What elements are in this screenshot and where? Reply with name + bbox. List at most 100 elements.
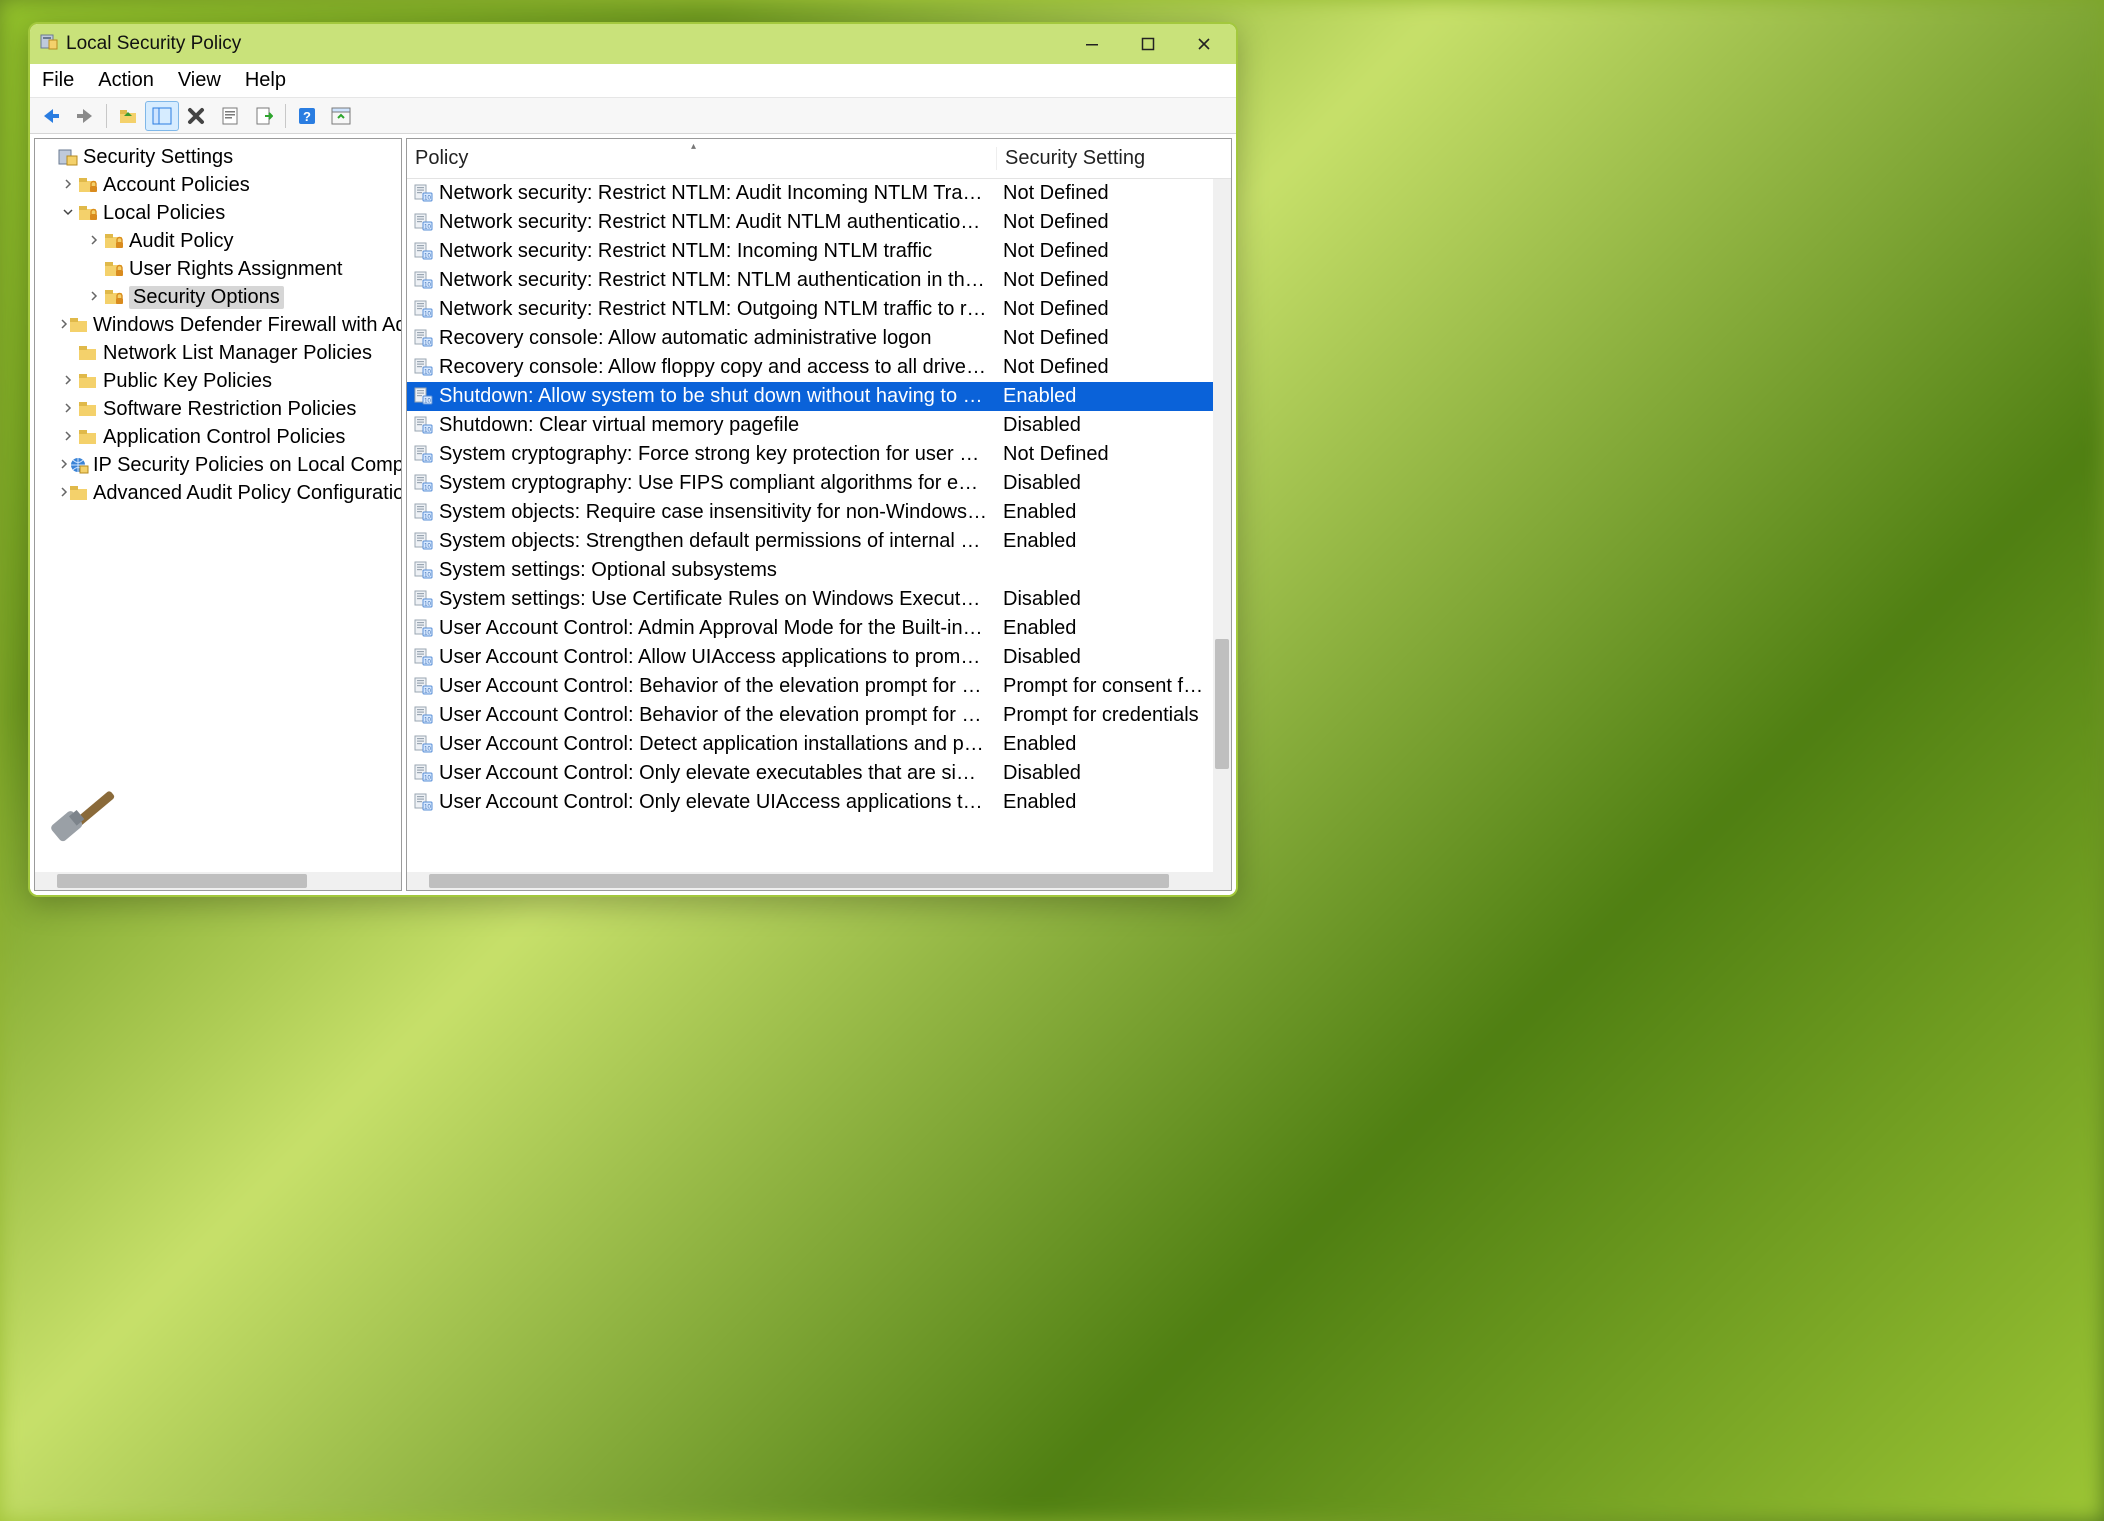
export-list-button[interactable] (247, 101, 281, 131)
tree-horizontal-scrollbar[interactable] (35, 872, 401, 890)
policy-row[interactable]: 10User Account Control: Detect applicati… (407, 730, 1231, 759)
policy-row[interactable]: 10Network security: Restrict NTLM: Audit… (407, 208, 1231, 237)
policy-value: Not Defined (993, 298, 1205, 321)
policy-value: Not Defined (993, 356, 1205, 379)
show-hide-tree-button[interactable] (145, 101, 179, 131)
tree-item[interactable]: Advanced Audit Policy Configuration (35, 479, 401, 507)
list-horizontal-scrollbar[interactable] (407, 872, 1231, 890)
scroll-thumb[interactable] (57, 874, 307, 888)
policy-row[interactable]: 10System cryptography: Use FIPS complian… (407, 469, 1231, 498)
policy-row[interactable]: 10User Account Control: Allow UIAccess a… (407, 643, 1231, 672)
expand-icon[interactable] (85, 234, 103, 248)
expand-icon[interactable] (85, 290, 103, 304)
svg-text:10: 10 (424, 456, 431, 462)
up-one-level-button[interactable] (111, 101, 145, 131)
policy-row[interactable]: 10Network security: Restrict NTLM: Outgo… (407, 295, 1231, 324)
menu-file[interactable]: File (40, 67, 76, 94)
policy-value: Not Defined (993, 211, 1205, 234)
expand-icon[interactable] (59, 430, 77, 444)
column-header-setting[interactable]: Security Setting (997, 147, 1231, 170)
policy-row[interactable]: 10System cryptography: Force strong key … (407, 440, 1231, 469)
tree-item[interactable]: Account Policies (35, 171, 401, 199)
policy-row[interactable]: 10Shutdown: Allow system to be shut down… (407, 382, 1231, 411)
maximize-button[interactable] (1120, 24, 1176, 64)
policy-row[interactable]: 10System objects: Strengthen default per… (407, 527, 1231, 556)
tree-item[interactable]: Audit Policy (35, 227, 401, 255)
policy-row[interactable]: 10User Account Control: Admin Approval M… (407, 614, 1231, 643)
tree-item[interactable]: Public Key Policies (35, 367, 401, 395)
tree-item[interactable]: Local Policies (35, 199, 401, 227)
scroll-thumb[interactable] (429, 874, 1169, 888)
tree-item[interactable]: Software Restriction Policies (35, 395, 401, 423)
forward-button[interactable] (68, 101, 102, 131)
folder-icon (77, 371, 99, 391)
nav-tree[interactable]: ▸ Security Settings Account PoliciesLoca… (35, 139, 401, 872)
svg-text:10: 10 (424, 630, 431, 636)
expand-icon[interactable] (59, 178, 77, 192)
tree-item-label: Network List Manager Policies (103, 342, 372, 365)
list-vertical-scrollbar[interactable] (1213, 179, 1231, 872)
back-button[interactable] (34, 101, 68, 131)
policy-list[interactable]: 10 Network security: Restrict NTLM: Audit… (407, 179, 1231, 872)
tree-item[interactable]: IP Security Policies on Local Computer (35, 451, 401, 479)
tree-item[interactable]: Security Options (35, 283, 401, 311)
policy-name: System settings: Optional subsystems (439, 559, 993, 582)
tree-root-label: Security Settings (83, 146, 233, 169)
policy-name: Network security: Restrict NTLM: Incomin… (439, 240, 993, 263)
policy-icon: 10 (413, 300, 435, 320)
app-icon (40, 32, 58, 56)
expand-icon[interactable] (59, 486, 69, 500)
policy-row[interactable]: 10User Account Control: Behavior of the … (407, 701, 1231, 730)
svg-text:10: 10 (424, 514, 431, 520)
policy-row[interactable]: 10System settings: Use Certificate Rules… (407, 585, 1231, 614)
expand-icon[interactable] (59, 206, 77, 220)
policy-row[interactable]: 10System objects: Require case insensiti… (407, 498, 1231, 527)
menu-action[interactable]: Action (96, 67, 156, 94)
titlebar[interactable]: Local Security Policy (30, 24, 1236, 64)
minimize-button[interactable] (1064, 24, 1120, 64)
scroll-thumb[interactable] (1215, 639, 1229, 769)
tree-item[interactable]: ›Network List Manager Policies (35, 339, 401, 367)
policy-value: Disabled (993, 472, 1205, 495)
policy-row[interactable]: 10User Account Control: Only elevate exe… (407, 759, 1231, 788)
list-header[interactable]: ▴ Policy Security Setting (407, 139, 1231, 179)
tree-item[interactable]: Application Control Policies (35, 423, 401, 451)
menu-view[interactable]: View (176, 67, 223, 94)
policy-row[interactable]: 10Network security: Restrict NTLM: Audit… (407, 179, 1231, 208)
toolbar-separator (106, 104, 107, 128)
folder-icon (69, 483, 89, 503)
expand-icon[interactable] (59, 458, 69, 472)
policy-row[interactable]: 10Recovery console: Allow automatic admi… (407, 324, 1231, 353)
policy-value: Enabled (993, 530, 1205, 553)
policy-row[interactable]: 10Network security: Restrict NTLM: NTLM … (407, 266, 1231, 295)
expand-icon[interactable] (59, 318, 69, 332)
policy-icon: 10 (413, 242, 435, 262)
menu-help[interactable]: Help (243, 67, 288, 94)
policy-row[interactable]: 10Network security: Restrict NTLM: Incom… (407, 237, 1231, 266)
policy-icon: 10 (413, 532, 435, 552)
column-header-policy[interactable]: Policy (407, 147, 997, 170)
tree-item-label: Public Key Policies (103, 370, 272, 393)
policy-name: User Account Control: Allow UIAccess app… (439, 646, 993, 669)
policy-name: Network security: Restrict NTLM: Audit I… (439, 182, 993, 205)
policy-row[interactable]: 10System settings: Optional subsystems (407, 556, 1231, 585)
folder-lock-icon (103, 259, 125, 279)
expand-icon[interactable] (59, 374, 77, 388)
tree-item[interactable]: Windows Defender Firewall with Advan (35, 311, 401, 339)
policy-row[interactable]: 10User Account Control: Only elevate UIA… (407, 788, 1231, 817)
tree-root[interactable]: ▸ Security Settings (35, 143, 401, 171)
close-button[interactable] (1176, 24, 1232, 64)
help-button[interactable]: ? (290, 101, 324, 131)
toolbar: ? (30, 98, 1236, 134)
delete-button[interactable] (179, 101, 213, 131)
refresh-button[interactable] (324, 101, 358, 131)
properties-button[interactable] (213, 101, 247, 131)
policy-row[interactable]: 10User Account Control: Behavior of the … (407, 672, 1231, 701)
tree-item-label: Security Options (129, 286, 284, 309)
policy-row[interactable]: 10Shutdown: Clear virtual memory pagefil… (407, 411, 1231, 440)
tree-item[interactable]: ›User Rights Assignment (35, 255, 401, 283)
window-title: Local Security Policy (66, 33, 241, 55)
policy-row[interactable]: 10Recovery console: Allow floppy copy an… (407, 353, 1231, 382)
svg-text:10: 10 (424, 543, 431, 549)
expand-icon[interactable] (59, 402, 77, 416)
